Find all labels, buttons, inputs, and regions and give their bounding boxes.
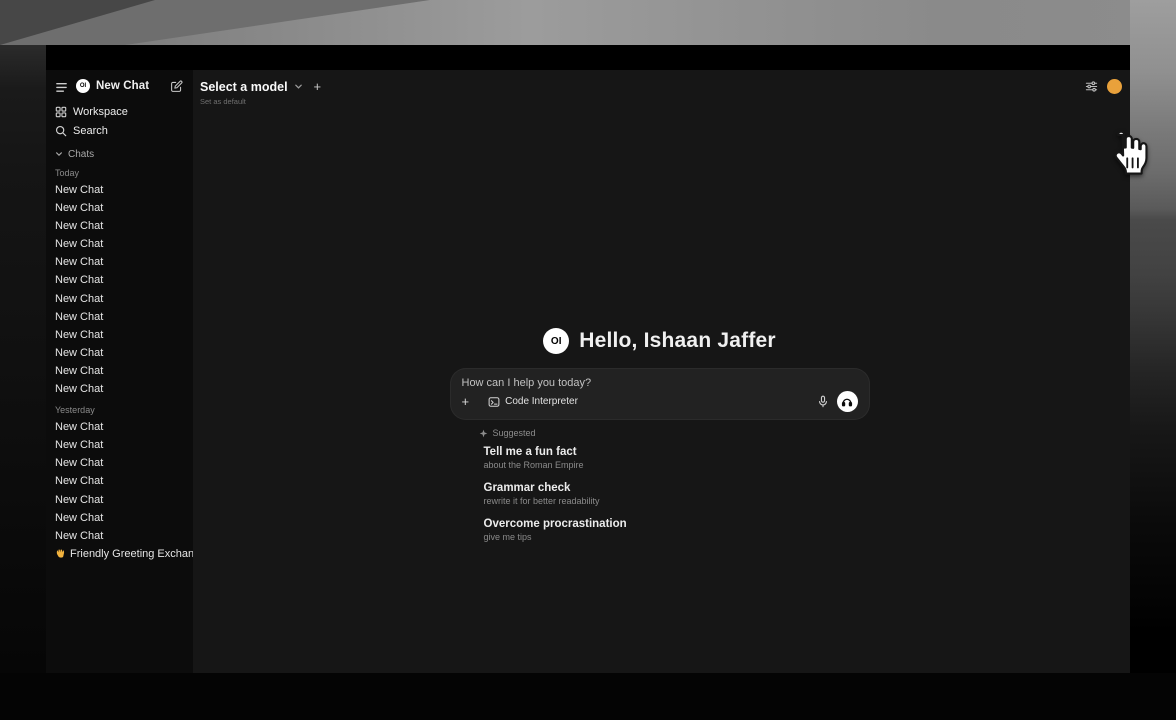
background-wedge bbox=[0, 0, 1176, 45]
new-chat-pencil-icon[interactable] bbox=[170, 80, 183, 93]
microphone-button[interactable] bbox=[817, 395, 829, 408]
chevron-down-icon bbox=[55, 150, 63, 158]
background-left-band bbox=[0, 45, 46, 673]
user-avatar[interactable] bbox=[1107, 79, 1122, 94]
sidebar-item-label: Workspace bbox=[73, 106, 128, 118]
background-right-band bbox=[1130, 0, 1176, 720]
chat-list-item[interactable]: New Chat bbox=[55, 344, 193, 362]
suggested-prompt-title: Overcome procrastination bbox=[484, 518, 870, 530]
chat-list-item[interactable]: New Chat bbox=[55, 181, 193, 199]
wave-emoji-icon bbox=[55, 548, 66, 559]
open-webui-window: OI New Chat Workspace Search bbox=[46, 45, 1130, 673]
suggested-prompt-subtitle: give me tips bbox=[484, 532, 870, 542]
suggested-prompts: Tell me a fun fact about the Roman Empir… bbox=[450, 446, 870, 542]
greeting-text: Hello, Ishaan Jaffer bbox=[579, 329, 776, 353]
code-interpreter-label: Code Interpreter bbox=[505, 396, 578, 407]
suggested-prompt-title: Grammar check bbox=[484, 482, 870, 494]
chat-list-item[interactable]: New Chat bbox=[55, 253, 193, 271]
chat-list-item[interactable]: New Chat bbox=[55, 362, 193, 380]
sidebar: OI New Chat Workspace Search bbox=[46, 70, 193, 673]
chat-list: New ChatNew ChatNew ChatNew ChatNew Chat… bbox=[55, 181, 193, 398]
chat-group-label: Today bbox=[55, 168, 193, 178]
app-logo-icon: OI bbox=[76, 79, 90, 93]
terminal-icon bbox=[488, 396, 500, 408]
chat-list-item[interactable]: New Chat bbox=[55, 527, 193, 545]
chat-list-item[interactable]: New Chat bbox=[55, 380, 193, 398]
chevron-down-icon bbox=[294, 82, 303, 91]
model-selector[interactable]: Select a model bbox=[200, 80, 303, 94]
window-top-strip bbox=[46, 45, 1130, 70]
input-toolbar: + Code Interpreter bbox=[462, 391, 858, 412]
chats-section-header[interactable]: Chats bbox=[55, 147, 193, 161]
chat-list-item-label: Friendly Greeting Exchange bbox=[70, 545, 193, 563]
chat-list-item[interactable]: New Chat bbox=[55, 491, 193, 509]
chat-list-item[interactable]: New Chat bbox=[55, 326, 193, 344]
chat-list-item[interactable]: New Chat bbox=[55, 217, 193, 235]
chat-list-item[interactable]: New Chat bbox=[55, 235, 193, 253]
chat-list-item[interactable]: New Chat bbox=[55, 454, 193, 472]
background-top-band bbox=[0, 0, 1176, 45]
sparkle-icon bbox=[479, 429, 488, 438]
chat-group-label: Yesterday bbox=[55, 405, 193, 415]
message-input-card: + Code Interpreter bbox=[450, 368, 870, 420]
suggested-prompt[interactable]: Grammar check rewrite it for better read… bbox=[484, 482, 870, 506]
chat-group-today: Today New ChatNew ChatNew ChatNew ChatNe… bbox=[55, 168, 193, 398]
chat-list-item[interactable]: New Chat bbox=[55, 199, 193, 217]
suggested-prompt-subtitle: about the Roman Empire bbox=[484, 460, 870, 470]
greeting: OI Hello, Ishaan Jaffer bbox=[450, 328, 870, 354]
chat-list-item[interactable]: New Chat bbox=[55, 472, 193, 490]
add-model-button[interactable]: + bbox=[314, 80, 322, 93]
mouse-cursor-hand bbox=[1103, 127, 1153, 185]
voice-call-button[interactable] bbox=[837, 391, 858, 412]
settings-sliders-icon[interactable] bbox=[1085, 80, 1098, 93]
sidebar-title: New Chat bbox=[96, 80, 149, 92]
set-default-button[interactable]: Set as default bbox=[200, 97, 246, 106]
sidebar-item-label: Search bbox=[73, 125, 108, 137]
chats-section-label: Chats bbox=[68, 149, 94, 160]
chat-list: New ChatNew ChatNew ChatNew ChatNew Chat… bbox=[55, 418, 193, 545]
suggested-prompt-subtitle: rewrite it for better readability bbox=[484, 496, 870, 506]
chat-list-item[interactable]: New Chat bbox=[55, 271, 193, 289]
app-logo-icon: OI bbox=[543, 328, 569, 354]
suggested-header: Suggested bbox=[479, 428, 870, 438]
chat-list-item[interactable]: New Chat bbox=[55, 509, 193, 527]
chat-main: Select a model + Set as default bbox=[193, 70, 1130, 673]
welcome-stack: OI Hello, Ishaan Jaffer + Code Interpret… bbox=[450, 328, 870, 554]
sidebar-item-workspace[interactable]: Workspace bbox=[55, 102, 193, 121]
topbar-right bbox=[1085, 79, 1122, 94]
message-input[interactable] bbox=[462, 377, 858, 389]
background-bottom-band bbox=[0, 673, 1176, 720]
attach-plus-button[interactable]: + bbox=[462, 395, 470, 408]
chat-list-item[interactable]: New Chat bbox=[55, 436, 193, 454]
chat-group-yesterday: Yesterday New ChatNew ChatNew ChatNew Ch… bbox=[55, 405, 193, 563]
suggested-label: Suggested bbox=[493, 428, 536, 438]
video-frame: OI New Chat Workspace Search bbox=[0, 0, 1176, 720]
topbar: Select a model + bbox=[200, 78, 1122, 95]
suggested-prompt-title: Tell me a fun fact bbox=[484, 446, 870, 458]
chat-list-item[interactable]: New Chat bbox=[55, 308, 193, 326]
chat-list-item[interactable]: New Chat bbox=[55, 290, 193, 308]
chat-list-item[interactable]: New Chat bbox=[55, 418, 193, 436]
chat-list-item-friendly-greeting[interactable]: Friendly Greeting Exchange bbox=[55, 545, 193, 563]
suggested-prompt[interactable]: Tell me a fun fact about the Roman Empir… bbox=[484, 446, 870, 470]
suggested-prompt[interactable]: Overcome procrastination give me tips bbox=[484, 518, 870, 542]
model-selector-label: Select a model bbox=[200, 80, 288, 94]
sidebar-item-search[interactable]: Search bbox=[55, 121, 193, 140]
sidebar-toggle-icon[interactable] bbox=[55, 80, 68, 93]
grid-icon bbox=[55, 106, 67, 118]
code-interpreter-toggle[interactable]: Code Interpreter bbox=[488, 396, 578, 408]
sidebar-header: OI New Chat bbox=[55, 78, 193, 94]
search-icon bbox=[55, 125, 67, 137]
